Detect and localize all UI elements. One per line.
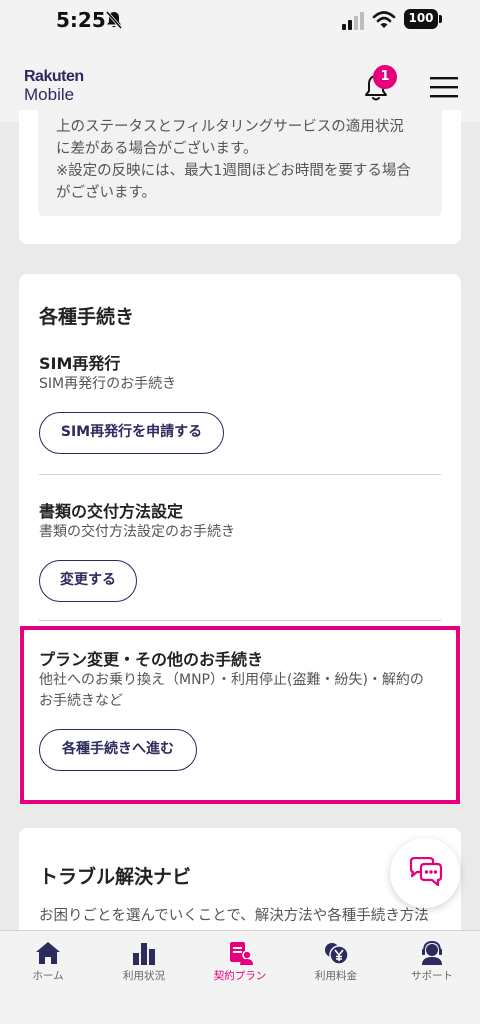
tab-label: 利用状況 <box>123 970 165 982</box>
tab-home[interactable]: ホーム <box>0 941 96 1001</box>
trouble-navi-desc: お困りごとを選んでいくことで、解決方法や各種手続き方法 <box>39 908 429 924</box>
divider <box>39 474 441 475</box>
plan-change-desc-line1: 他社へのお乗り換え（MNP）・利用停止(盗難・紛失)・解約の <box>39 672 424 688</box>
plan-change-title: プラン変更・その他のお手続き <box>39 650 264 669</box>
filtering-notice-card: 上のステータスとフィルタリングサービスの適用状況 に差がある場合がございます。 … <box>19 110 461 244</box>
tab-label: ホーム <box>32 970 64 982</box>
trouble-navi-title: トラブル解決ナビ <box>39 866 192 888</box>
support-icon <box>422 941 442 965</box>
plan-change-desc-line2: お手続きなど <box>39 693 123 709</box>
battery-level: 100 <box>408 11 434 25</box>
contract-icon <box>230 942 253 965</box>
notice-line: ※設定の反映には、最大1週間ほどお時間を要する場合 <box>56 163 411 179</box>
tab-label: 契約プラン <box>213 970 267 982</box>
hamburger-menu-icon[interactable] <box>430 76 458 98</box>
tab-charges[interactable]: 利用料金 <box>288 941 384 1001</box>
yen-coin-icon <box>325 943 349 965</box>
sim-reissue-desc: SIM再発行のお手続き <box>39 376 177 392</box>
home-icon <box>36 942 60 964</box>
procedures-card: 各種手続き SIM再発行 SIM再発行のお手続き SIM再発行を申請する 書類の… <box>19 274 461 804</box>
status-time: 5:25 <box>56 8 106 32</box>
logo-line-1: Rakuten <box>24 68 84 85</box>
sim-reissue-button[interactable]: SIM再発行を申請する <box>39 412 224 454</box>
wifi-icon <box>372 11 396 28</box>
sim-reissue-title: SIM再発行 <box>39 354 121 373</box>
document-delivery-desc: 書類の交付方法設定のお手続き <box>39 524 235 540</box>
chat-bubble-icon <box>409 857 443 887</box>
battery-indicator: 100 <box>404 9 438 29</box>
document-delivery-title: 書類の交付方法設定 <box>39 502 184 521</box>
tab-label: サポート <box>411 970 453 982</box>
procedures-title: 各種手続き <box>39 306 135 328</box>
bell-slash-icon <box>105 11 123 29</box>
tab-label: 利用料金 <box>315 970 357 982</box>
notice-line: に差がある場合がございます。 <box>56 141 258 157</box>
notice-box: 上のステータスとフィルタリングサービスの適用状況 に差がある場合がございます。 … <box>38 110 442 216</box>
logo-line-2: Mobile <box>24 85 75 104</box>
status-bar: 5:25 100 <box>0 0 480 48</box>
rakuten-mobile-logo[interactable]: Rakuten Mobile <box>24 68 94 108</box>
bottom-tab-bar: ホーム 利用状況 契約プラン 利用料金 サポート <box>0 930 480 1024</box>
cellular-signal-icon <box>342 12 364 30</box>
proceed-procedures-button[interactable]: 各種手続きへ進む <box>39 729 197 771</box>
notification-count-badge: 1 <box>373 65 397 89</box>
bar-chart-icon <box>133 943 155 965</box>
battery-cap <box>439 15 442 23</box>
change-button[interactable]: 変更する <box>39 560 137 602</box>
divider <box>39 620 441 621</box>
notice-line: 上のステータスとフィルタリングサービスの適用状況 <box>56 119 404 135</box>
tab-contract-plan[interactable]: 契約プラン <box>192 941 288 1001</box>
notice-line: がございます。 <box>56 185 157 201</box>
tab-usage[interactable]: 利用状況 <box>96 941 192 1001</box>
tab-support[interactable]: サポート <box>384 941 480 1001</box>
chat-button[interactable] <box>390 838 460 908</box>
